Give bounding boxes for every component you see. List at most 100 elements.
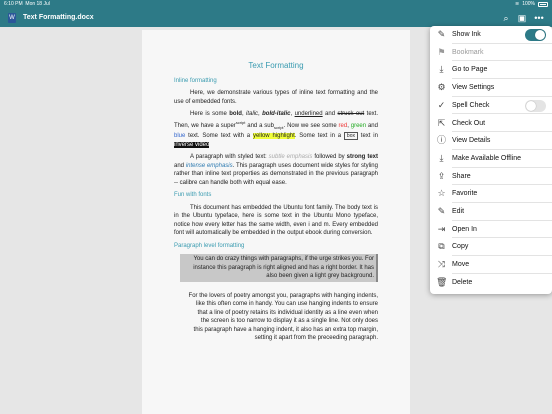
copy-icon: ⧉ [438,241,445,252]
menu-item-label: Move [452,261,470,269]
struck-text: struck out [337,111,365,117]
menu-item-label: Edit [452,208,465,215]
menu-item-label: Open In [452,225,477,233]
subscript-text: script [273,124,284,130]
status-time: 6:10 PM [4,1,23,7]
underlined-text: underlined [294,111,323,117]
menu-item-copy[interactable]: ⧉ Copy [430,238,552,257]
menu-item-view-details[interactable]: ⓘ View Details [430,132,552,150]
menu-item-label: Favorite [452,190,478,198]
doc-title-heading: Text Formatting [248,61,304,70]
inverse-video-text: inverse video [174,141,210,148]
text-run: text. Some text with a [185,133,253,140]
status-date: Mon 18 Jul [25,1,50,7]
strong-text: strong text [346,154,378,161]
search-binoculars-icon[interactable]: ⌕ [500,12,512,24]
text-run: . Now we see some [283,122,339,129]
text-run: and [174,162,186,169]
document-content: Text Formatting Inline formatting Here, … [174,61,378,343]
menu-item-edit[interactable]: ✎ Edit [430,203,552,221]
paragraph-right-aligned-box: You can do crazy things with paragraphs,… [180,254,378,282]
paragraph-intro: Here, we demonstrate various types of in… [174,90,378,105]
check-out-icon: ⇱ [437,117,446,128]
paragraph-inline-demo: Here is some bold, italic, bold-italic, … [174,110,378,149]
menu-item-bookmark: ⚑ Bookmark [430,44,552,62]
battery-icon [538,2,548,7]
trash-icon: 🗑 [436,276,448,287]
italic-text: italic [246,111,259,117]
page-view-icon[interactable]: ▣ [516,12,528,24]
blue-text: blue [174,133,186,140]
menu-item-favorite[interactable]: ☆ Favorite [430,185,552,203]
highlighted-text: yellow highlight [252,133,295,140]
superscript-text: script [235,119,246,125]
text-run: followed by [312,154,347,161]
menu-item-share[interactable]: ⇪ Share [430,168,552,186]
more-options-menu: ✎ Show Ink ⚑ Bookmark ⤓ Go to Page ⚙ View Setti… [430,26,552,294]
heading-fonts: Fun with fonts [174,192,212,199]
move-icon: ⤨ [437,259,446,270]
menu-item-label: View Details [452,137,491,145]
bold-text: bold [229,111,242,117]
text-run: and [322,111,338,117]
heading-inline-formatting: Inline formatting [174,77,217,84]
menu-item-label: View Settings [452,84,495,92]
paragraph-fonts: This document has embedded the Ubuntu fo… [174,204,378,237]
document-page[interactable]: Text Formatting Inline formatting Here, … [142,30,410,414]
menu-item-label: Go to Page [452,66,488,74]
view-settings-icon: ⚙ [437,82,446,93]
menu-item-label: Copy [452,243,469,251]
menu-item-make-available-offline[interactable]: ⤓ Make Available Offline [430,150,552,168]
text-run: . Some text in a [294,133,344,140]
text-run: text in [357,133,378,140]
share-icon: ⇪ [437,170,446,181]
menu-item-show-ink[interactable]: ✎ Show Ink [430,26,552,44]
menu-item-move[interactable]: ⤨ Move [430,256,552,274]
paragraph-styled: A paragraph with styled text: subtle emp… [174,153,378,187]
menu-item-delete[interactable]: 🗑 Delete [430,274,552,292]
document-title[interactable]: Text Formatting.docx [23,9,94,27]
menu-item-check-out[interactable]: ⇱ Check Out [430,115,552,133]
spell-check-icon: ✓ [437,99,446,110]
text-run: and [366,122,378,129]
toggle-knob [535,30,545,40]
menu-item-label: Bookmark [452,48,484,56]
menu-item-label: Make Available Offline [452,154,522,162]
battery-percent: 100% [522,1,535,7]
text-run: and a sub [245,122,274,129]
status-bar: 6:10 PM Mon 18 Jul ≋ 100% [0,0,552,9]
toggle-switch[interactable] [525,99,546,112]
green-text: green [350,122,367,129]
menu-item-label: Check Out [452,119,486,127]
app-toolbar: W Text Formatting.docx ⌕ ▣ ••• [0,9,552,27]
boxed-text: box [343,132,358,141]
status-right: ≋ 100% [515,0,548,9]
open-in-icon: ⇥ [437,223,446,234]
menu-item-open-in[interactable]: ⇥ Open In [430,221,552,239]
go-to-page-icon: ⤓ [439,64,444,75]
menu-item-spell-check[interactable]: ✓ Spell Check [430,97,552,115]
download-icon: ⤓ [439,152,444,163]
intense-emphasis: intense emphasis [185,162,233,169]
red-text: red [338,122,348,129]
word-doc-icon: W [8,13,16,23]
menu-item-view-settings[interactable]: ⚙ View Settings [430,79,552,97]
more-menu-icon[interactable]: ••• [533,12,545,24]
ink-icon: ✎ [437,29,446,39]
toggle-switch[interactable] [525,29,546,41]
menu-item-label: Show Ink [452,31,481,38]
star-icon: ☆ [437,188,446,199]
text-run: Here is some [190,111,230,117]
menu-item-go-to-page[interactable]: ⤓ Go to Page [430,61,552,80]
toggle-knob [526,100,536,111]
menu-item-label: Spell Check [452,101,490,109]
wifi-icon: ≋ [515,1,520,7]
subtle-emphasis: subtle emphasis [268,154,313,161]
paragraph-hanging-indent: For the lovers of poetry amongst you, pa… [188,292,378,342]
heading-paragraph-formatting: Paragraph level formatting [174,242,245,249]
info-icon: ⓘ [436,135,446,146]
text-run: A paragraph with styled text: [190,154,269,161]
pencil-icon: ✎ [437,206,446,216]
menu-item-label: Share [452,172,471,180]
bold-italic-text: bold-italic [262,111,291,117]
